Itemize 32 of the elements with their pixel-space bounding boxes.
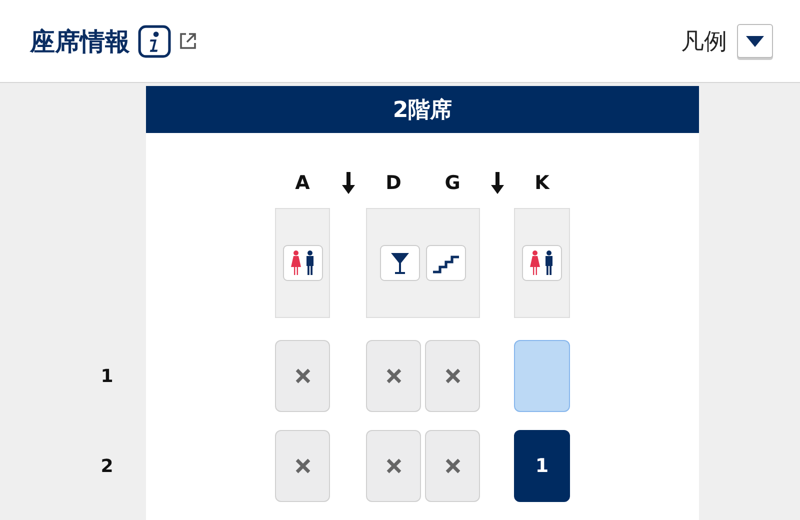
cross-icon bbox=[386, 458, 402, 474]
cocktail-glass-icon bbox=[380, 245, 420, 281]
restroom-icon bbox=[522, 245, 562, 281]
caret-icon bbox=[746, 36, 764, 46]
info-icon[interactable] bbox=[138, 24, 171, 58]
row-number: 1 bbox=[100, 364, 114, 388]
column-label: D bbox=[386, 172, 402, 194]
legend-dropdown-button[interactable] bbox=[737, 24, 773, 58]
cross-icon bbox=[294, 458, 310, 474]
page-title: 座席情報 bbox=[30, 26, 130, 58]
occupied-seat[interactable] bbox=[366, 340, 421, 412]
deck-title: 2階席 bbox=[146, 86, 699, 133]
cross-icon bbox=[444, 368, 460, 384]
cross-icon bbox=[386, 368, 402, 384]
cross-icon bbox=[294, 368, 310, 384]
occupied-seat[interactable] bbox=[366, 430, 421, 502]
restroom-icon bbox=[282, 245, 322, 281]
column-label: G bbox=[444, 172, 460, 194]
legend-label: 凡例 bbox=[681, 28, 727, 56]
stairs-icon bbox=[426, 245, 466, 281]
down-arrow-icon bbox=[490, 172, 504, 194]
cross-icon bbox=[444, 458, 460, 474]
occupied-seat[interactable] bbox=[425, 430, 480, 502]
occupied-seat[interactable] bbox=[275, 340, 330, 412]
column-label: K bbox=[534, 172, 550, 194]
occupied-seat[interactable] bbox=[275, 430, 330, 502]
occupied-seat[interactable] bbox=[425, 340, 480, 412]
column-label: A bbox=[295, 172, 310, 194]
row-number: 2 bbox=[100, 454, 114, 478]
down-arrow-icon bbox=[342, 172, 354, 194]
selected-seat[interactable]: 1 bbox=[514, 430, 570, 502]
external-link-icon[interactable] bbox=[178, 31, 198, 51]
